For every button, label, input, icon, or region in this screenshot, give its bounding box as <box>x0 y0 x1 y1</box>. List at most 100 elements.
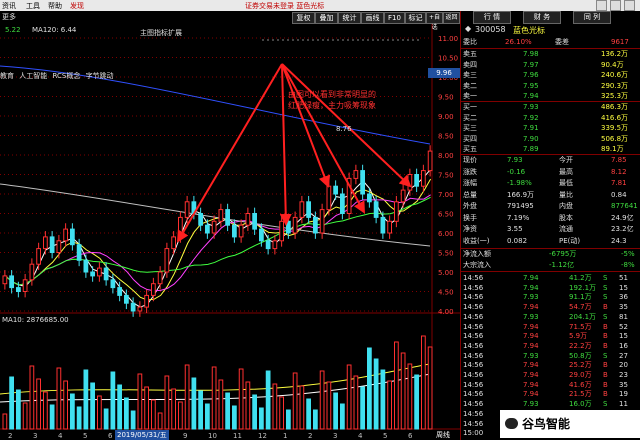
volume-bar <box>292 372 298 430</box>
annotation-arrow <box>279 63 292 226</box>
volume-bar <box>225 392 230 430</box>
concept-tag[interactable]: 人工智能 <box>19 72 47 80</box>
candle-body <box>421 170 426 187</box>
tab-stats[interactable]: 统计 <box>338 12 361 24</box>
tab-draw[interactable]: 画线 <box>361 12 384 24</box>
tab-quote[interactable]: 行 情 <box>473 11 511 24</box>
volume-bar <box>137 373 143 430</box>
buy-order-row: 买五 7.89 89.1万 <box>463 145 624 153</box>
candle-body <box>9 275 14 289</box>
candle-body <box>76 244 82 261</box>
candle-body <box>103 267 109 281</box>
candle-body <box>380 216 386 234</box>
candle-body <box>90 271 95 277</box>
candle-body <box>427 150 433 172</box>
candle-body <box>238 224 244 238</box>
volume-bar <box>205 403 210 430</box>
candle-body <box>164 248 170 273</box>
tab-overlay[interactable]: 叠加 <box>315 12 338 24</box>
candle-body <box>340 193 345 214</box>
minimize-icon[interactable] <box>596 0 607 11</box>
volume-bar <box>110 371 116 430</box>
tab-f10[interactable]: F10 <box>384 12 405 24</box>
tab-add-watch[interactable]: +自选 <box>426 12 443 31</box>
concept-tag[interactable]: 字节跳动 <box>86 72 114 80</box>
volume-bar <box>29 365 35 430</box>
volume-bar <box>319 370 325 430</box>
date-tick: 5 <box>383 432 387 440</box>
price-tick: 4.50 <box>438 289 454 297</box>
menu-item-news[interactable]: 资讯 <box>2 1 16 11</box>
ma5-line <box>5 168 432 308</box>
candle-body <box>394 201 399 222</box>
volume-bar <box>238 368 244 430</box>
price-tick: 11.00 <box>438 35 458 43</box>
volume-indicator-label: MA10: 2876685.00 <box>2 316 69 324</box>
more-menu[interactable]: 更多 <box>2 12 16 22</box>
candle-body <box>367 193 372 203</box>
chart-toolbar: 更多 5.22 MA120: 6.44 复权 叠加 统计 画线 F10 标记 +… <box>0 11 460 34</box>
buy-order-row: 买一 7.93 486.3万 <box>463 103 629 111</box>
close-icon[interactable] <box>624 0 635 11</box>
tick-row: 14:56 7.93 50.8万 S 27 <box>463 351 628 360</box>
volume-bar <box>252 394 257 430</box>
stock-code-icon: ◆ <box>465 24 472 33</box>
tick-row: 14:56 7.94 54.7万 B 35 <box>463 303 628 312</box>
volume-bar <box>414 374 419 430</box>
candle-body <box>157 271 163 285</box>
volume-bar <box>90 382 95 430</box>
volume-bar <box>421 335 426 430</box>
tick-row: 14:56 7.93 16.0万 S 11 <box>463 400 628 409</box>
price-tick: 4.00 <box>438 308 454 316</box>
candle-body <box>333 185 338 195</box>
tab-back[interactable]: 返回 <box>443 12 460 24</box>
tab-finance[interactable]: 财 务 <box>523 11 561 24</box>
volume-bars <box>2 335 433 430</box>
menu-item-help[interactable]: 帮助 <box>48 1 62 11</box>
volume-bar <box>198 390 203 430</box>
tab-peers[interactable]: 同 列 <box>573 11 611 24</box>
concept-tag[interactable]: RCS概念 <box>52 72 80 80</box>
menu-item-discover[interactable]: 发现 <box>70 1 84 11</box>
wechat-icon <box>505 418 518 429</box>
tab-mark[interactable]: 标记 <box>405 12 426 24</box>
date-tick: 5 <box>83 432 87 440</box>
period-label[interactable]: 周线 <box>436 430 450 440</box>
volume-bar <box>164 375 170 430</box>
candle-body <box>306 201 311 218</box>
candle-body <box>144 294 149 308</box>
tick-row: 14:56 7.93 204.1万 S 81 <box>463 312 628 321</box>
candle-body <box>205 224 210 234</box>
candle-body <box>184 201 190 218</box>
tab-fuquan[interactable]: 复权 <box>292 12 315 24</box>
menu-item-tools[interactable]: 工具 <box>26 1 40 11</box>
candle-body <box>171 236 176 250</box>
candle-body <box>218 209 224 222</box>
candle-body <box>117 287 122 296</box>
volume-bar <box>184 364 190 430</box>
candle-body <box>124 294 129 304</box>
tick-row: 14:56 7.94 41.6万 B 35 <box>463 380 628 389</box>
volume-bar <box>9 376 14 430</box>
maximize-icon[interactable] <box>610 0 621 11</box>
volume-bar <box>272 383 278 430</box>
volume-bar <box>360 386 365 430</box>
volume-bar <box>191 377 197 430</box>
quote-panel: 行 情 财 务 同 列 ◆ 300058 蓝色光标 委比 26.10% 委差 9… <box>460 11 640 440</box>
volume-bar <box>367 347 372 430</box>
candle-body <box>286 220 291 234</box>
volume-bar <box>265 370 271 430</box>
candle-body <box>56 240 62 254</box>
concept-tag[interactable]: 教育 <box>0 72 14 80</box>
stat-row: 现价 7.93 今开 7.85 <box>463 156 627 164</box>
kline-chart[interactable]: 11.0010.5010.009.509.008.508.007.507.006… <box>0 24 460 440</box>
tick-row: 14:56 7.94 22.2万 B 16 <box>463 341 628 350</box>
main-indicator-label[interactable]: 主图指标扩展 <box>140 28 182 38</box>
volume-bar <box>387 380 392 430</box>
candle-body <box>130 302 136 312</box>
volume-bar <box>130 410 136 430</box>
date-tick: 6 <box>408 432 413 440</box>
quote-tabs: 行 情 财 务 同 列 <box>461 11 640 24</box>
candle-body <box>407 174 413 191</box>
sell-order-row: 卖二 7.95 290.3万 <box>463 81 629 90</box>
